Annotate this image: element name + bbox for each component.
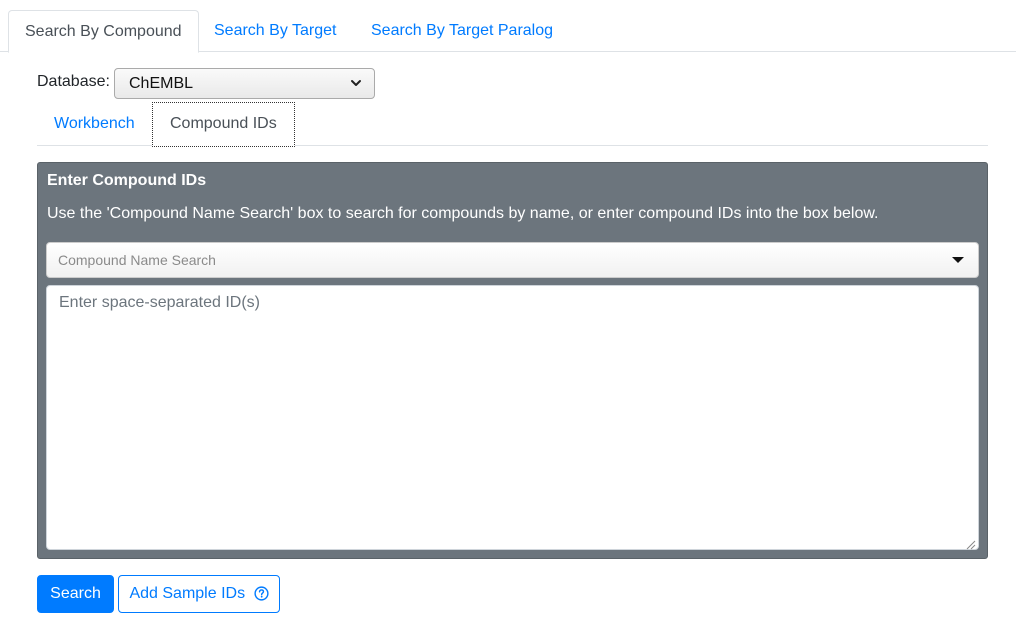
tab-search-by-target-paralog[interactable]: Search By Target Paralog [355, 10, 569, 52]
database-label: Database: [37, 73, 110, 90]
compound-name-search-dropdown[interactable]: Compound Name Search [46, 242, 979, 278]
tab-search-by-compound[interactable]: Search By Compound [8, 10, 199, 53]
chevron-down-icon [350, 69, 362, 98]
tab-workbench[interactable]: Workbench [37, 102, 152, 146]
tab-compound-ids[interactable]: Compound IDs [152, 102, 295, 147]
add-sample-ids-button[interactable]: Add Sample IDs [118, 575, 280, 613]
resize-handle-icon[interactable] [965, 537, 976, 550]
panel-title: Enter Compound IDs [47, 172, 207, 189]
compound-ids-textarea[interactable] [46, 285, 979, 550]
database-selected-value: ChEMBL [129, 75, 194, 92]
input-mode-tabs: Workbench Compound IDs [37, 102, 988, 147]
compound-ids-panel: Enter Compound IDs Use the 'Compound Nam… [37, 162, 988, 559]
compound-name-search-placeholder: Compound Name Search [58, 252, 216, 268]
panel-description: Use the 'Compound Name Search' box to se… [47, 205, 879, 222]
add-sample-ids-label: Add Sample IDs [129, 585, 246, 602]
tab-search-by-target[interactable]: Search By Target [198, 10, 352, 52]
caret-down-icon [952, 257, 964, 263]
search-button[interactable]: Search [37, 575, 114, 613]
question-circle-icon [253, 579, 269, 601]
database-select[interactable]: ChEMBL [114, 68, 375, 99]
main-search-tabs: Search By Compound Search By Target Sear… [0, 0, 1016, 53]
